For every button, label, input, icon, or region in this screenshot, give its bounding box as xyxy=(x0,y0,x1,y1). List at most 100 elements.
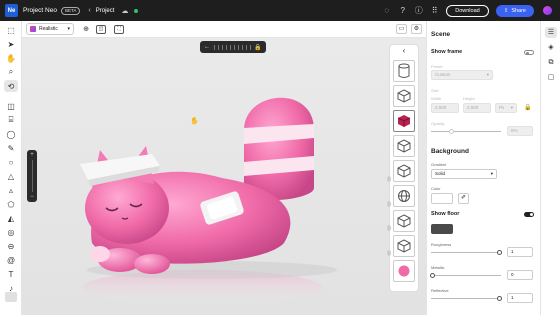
color-label: Color xyxy=(431,186,441,191)
3d-viewport[interactable]: ← → 🔒 + − ✋ ‹ xyxy=(22,38,426,315)
info-icon[interactable]: ⓘ xyxy=(414,6,423,15)
pyramid-icon[interactable]: ⬠ xyxy=(4,198,18,210)
unit-select[interactable]: Px ▾ xyxy=(495,103,517,113)
comments-icon[interactable]: ▢ xyxy=(545,72,557,83)
background-color-swatch[interactable] xyxy=(431,193,453,204)
layers-icon[interactable]: ◈ xyxy=(545,42,557,53)
height-input[interactable]: 2,000 xyxy=(463,103,491,113)
zoom-in-icon[interactable]: + xyxy=(30,152,34,158)
opacity-input[interactable]: 0% xyxy=(507,126,533,136)
user-avatar[interactable] xyxy=(543,6,552,15)
share-button[interactable]: ⇪ Share xyxy=(495,4,534,17)
notifications-icon[interactable]: ◌ xyxy=(382,6,391,15)
render-mode-icon xyxy=(30,26,36,32)
cloud-icon: ☁ xyxy=(121,7,129,15)
reflective-label: Reflective xyxy=(431,288,449,293)
color-swatch[interactable] xyxy=(5,292,17,302)
cone-icon[interactable]: △ xyxy=(4,170,18,182)
frame-icon[interactable]: ⛶ xyxy=(114,25,124,34)
capsule-icon[interactable]: ⊖ xyxy=(4,240,18,252)
roughness-input[interactable]: 1 xyxy=(507,247,533,257)
breadcrumb[interactable]: Project xyxy=(96,8,115,14)
triangle-icon[interactable]: ▵ xyxy=(4,184,18,196)
gradient-select[interactable]: Solid ▾ xyxy=(431,169,497,179)
chevron-down-icon: ▾ xyxy=(486,72,489,77)
zoom-track[interactable] xyxy=(31,160,33,192)
aspect-lock-icon[interactable]: 🔒 xyxy=(524,104,531,111)
right-rail: ☰ ◈ ⧉ ▢ xyxy=(540,21,560,315)
metallic-slider[interactable] xyxy=(430,273,501,278)
reflective-slider[interactable] xyxy=(431,296,502,301)
chevron-left-icon[interactable]: ‹ xyxy=(88,7,90,14)
help-icon[interactable]: ? xyxy=(398,6,407,15)
preset-select[interactable]: Custom ▾ xyxy=(431,70,493,80)
gradient-label: Gradient xyxy=(431,162,447,167)
chevron-left-icon[interactable]: ‹ xyxy=(390,45,418,57)
asset-thumb-cube-5[interactable] xyxy=(393,235,415,257)
asset-thumb-red-cube[interactable] xyxy=(393,110,415,132)
strip-indicator xyxy=(387,201,391,207)
spiral-icon[interactable]: @ xyxy=(4,254,18,266)
gradient-value: Solid xyxy=(435,171,446,176)
text-icon[interactable]: T xyxy=(4,268,18,280)
roughness-slider[interactable] xyxy=(431,250,502,255)
cube-icon xyxy=(397,89,411,103)
apps-grid-icon[interactable]: ⠿ xyxy=(430,6,439,15)
cube-icon xyxy=(397,164,411,178)
viewport-toolbar: Realistic ▾ ⊕ ◫ ⛶ ▭ ⚙ xyxy=(22,21,426,38)
asset-thumb-cube-3[interactable] xyxy=(393,160,415,182)
metallic-label: Metallic xyxy=(431,265,445,270)
reflective-input[interactable]: 1 xyxy=(507,293,533,303)
zoom-out-icon[interactable]: − xyxy=(30,194,34,200)
download-button[interactable]: Download xyxy=(446,4,489,17)
preset-value: Custom xyxy=(435,72,451,77)
lock-icon[interactable]: 🔒 xyxy=(252,41,264,53)
zoom-icon[interactable]: ⌕ xyxy=(4,66,18,78)
eyedropper-icon[interactable]: ✐ xyxy=(458,193,469,204)
opacity-slider[interactable] xyxy=(431,129,501,134)
orbit-icon[interactable]: ⟲ xyxy=(4,80,18,92)
cylinder-icon xyxy=(398,63,410,78)
arrow-tool-icon[interactable]: ➤ xyxy=(4,38,18,50)
asset-thumb-cube[interactable] xyxy=(393,85,415,107)
metallic-input[interactable]: 0 xyxy=(507,270,533,280)
3d-model xyxy=(80,97,337,306)
cube-icon[interactable]: ◫ xyxy=(4,100,18,112)
show-frame-toggle[interactable] xyxy=(524,50,534,55)
asset-thumb-cube-2[interactable] xyxy=(393,135,415,157)
show-floor-label: Show floor xyxy=(431,211,460,217)
sphere-icon[interactable]: ◯ xyxy=(4,128,18,140)
pen-icon[interactable]: ✎ xyxy=(4,142,18,154)
layout-icon[interactable]: ▭ xyxy=(396,24,407,34)
settings-icon[interactable]: ⚙ xyxy=(411,24,422,34)
cylinder-icon[interactable]: ⌸ xyxy=(4,114,18,126)
assets-icon[interactable]: ⧉ xyxy=(545,57,557,68)
torus-icon[interactable]: ◎ xyxy=(4,226,18,238)
show-floor-toggle[interactable] xyxy=(524,212,534,217)
share-icon: ⇪ xyxy=(503,7,509,14)
cone-2-icon[interactable]: ◭ xyxy=(4,212,18,224)
app-logo[interactable]: Ne xyxy=(5,4,18,17)
strip-indicator xyxy=(387,176,391,182)
arrow-left-icon[interactable]: ← xyxy=(204,44,210,50)
render-mode-value: Realistic xyxy=(39,26,58,32)
width-input[interactable]: 2,000 xyxy=(431,103,459,113)
asset-thumb-mesh-sphere[interactable] xyxy=(393,185,415,207)
render-mode-select[interactable]: Realistic ▾ xyxy=(26,23,74,35)
pan-hand-icon[interactable]: ✋ xyxy=(4,52,18,64)
camera-orbit-icon[interactable]: ⊕ xyxy=(81,25,91,34)
background-title: Background xyxy=(431,148,469,155)
scrubber[interactable] xyxy=(214,44,252,50)
scene-title: Scene xyxy=(431,31,451,38)
show-frame-label: Show frame xyxy=(431,49,463,55)
floor-color-swatch[interactable] xyxy=(431,224,453,234)
circle-icon[interactable]: ○ xyxy=(4,156,18,168)
view-toggle-icon[interactable]: ◫ xyxy=(96,25,106,34)
size-label: Size xyxy=(431,88,439,93)
properties-icon[interactable]: ☰ xyxy=(545,27,557,38)
asset-thumb-pink-sphere[interactable] xyxy=(393,260,415,282)
asset-thumb-cube-4[interactable] xyxy=(393,210,415,232)
select-tool-icon[interactable]: ⬚ xyxy=(4,24,18,36)
project-name[interactable]: Project Neo xyxy=(23,7,57,14)
asset-thumb-cylinder[interactable] xyxy=(393,60,415,82)
